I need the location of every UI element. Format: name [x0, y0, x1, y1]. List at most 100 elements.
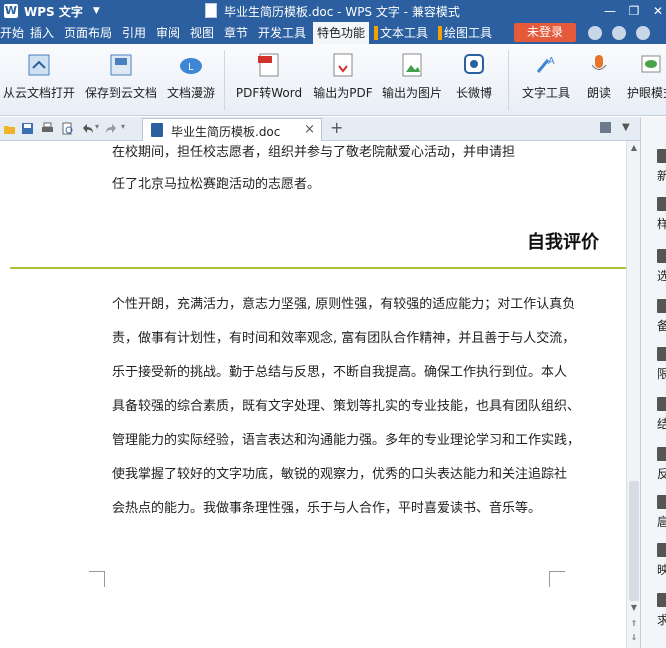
task-pane-label: 反 — [657, 467, 666, 481]
close-tab-icon[interactable]: × — [304, 122, 315, 137]
undo-icon[interactable] — [81, 122, 94, 135]
menu-drawing-tools[interactable]: 绘图工具 — [438, 22, 492, 44]
task-pane-label: 样 — [657, 217, 666, 231]
collapse-ribbon-icon[interactable] — [636, 26, 650, 40]
text-tools-label: 文字工具 — [521, 86, 570, 100]
task-pane-item[interactable]: 反 — [645, 447, 666, 491]
long-weibo-label: 长微博 — [455, 86, 492, 100]
open-from-cloud-button[interactable]: 从云文档打开 — [0, 44, 78, 116]
app-menu-button[interactable]: W WPS 文字 ▼ — [0, 0, 110, 22]
restore-icon[interactable]: ❐ — [622, 0, 646, 22]
menu-developer[interactable]: 开发工具 — [258, 22, 306, 44]
pdf-icon — [258, 53, 279, 77]
export-image-button[interactable]: 输出为图片 — [378, 44, 446, 116]
menu-references[interactable]: 引用 — [122, 22, 146, 44]
task-pane-label: 映 — [657, 563, 666, 577]
cloud-icon: L — [180, 58, 202, 74]
cloud-save-icon — [110, 54, 132, 76]
svg-text:L: L — [188, 62, 194, 73]
task-pane-label: 备 — [657, 319, 666, 333]
task-pane-item[interactable]: 选 — [645, 249, 666, 293]
image-icon — [402, 53, 422, 77]
open-from-cloud-label: 从云文档打开 — [2, 86, 75, 100]
redo-icon[interactable] — [105, 122, 118, 135]
new-icon — [657, 149, 666, 163]
eye-icon — [641, 55, 661, 73]
task-pane-label: 扈 — [657, 515, 666, 529]
task-pane-item[interactable]: 备 — [645, 299, 666, 343]
wps-logo-icon: W — [4, 4, 18, 18]
export-pdf-button[interactable]: 输出为PDF — [310, 44, 376, 116]
pdf-to-word-button[interactable]: PDF转Word — [232, 44, 306, 116]
body-text-line: 责，做事有计划性，有时间和效率观念, 富有团队合作精神，并且善于与人交流， — [112, 331, 576, 346]
menu-home[interactable]: 开始 — [0, 22, 24, 44]
body-text-line: 会热点的能力。我做事条理性强，乐于与人合作，平时喜爱读书、音乐等。 — [112, 501, 542, 516]
task-pane-label: 新 — [657, 169, 666, 183]
title-bar: W WPS 文字 ▼ 毕业生简历模板.doc - WPS 文字 - 兼容模式 —… — [0, 0, 666, 22]
tab-document-label: 毕业生简历模板.doc — [171, 125, 281, 139]
read-aloud-label: 朗读 — [586, 86, 611, 100]
microphone-icon — [591, 55, 607, 70]
login-button[interactable]: 未登录 — [514, 23, 576, 42]
minimize-icon[interactable]: — — [598, 0, 622, 22]
text-tools-icon: A — [536, 56, 555, 73]
skin-icon[interactable] — [588, 26, 602, 40]
save-to-cloud-button[interactable]: 保存到云文档 — [80, 44, 162, 116]
task-pane-item[interactable]: 求 — [645, 593, 666, 637]
long-weibo-button[interactable]: 长微博 — [448, 44, 500, 116]
body-text-line: 乐于接受新的挑战。勤于总结与反思，不断自我提高。确保工作执行到位。本人 — [112, 365, 568, 380]
task-pane-item[interactable]: 映 — [645, 543, 666, 587]
text-tools-button[interactable]: A 文字工具 — [514, 44, 578, 116]
scroll-thumb[interactable] — [629, 481, 639, 601]
redo-dropdown-icon[interactable]: ▾ — [121, 122, 134, 135]
body-text-line: 具备较强的综合素质，既有文字处理、策划等扎实的专业技能，也具有团队组织、 — [112, 399, 581, 414]
restrict-icon — [657, 347, 666, 361]
document-icon — [205, 3, 217, 18]
menu-text-tools[interactable]: 文本工具 — [374, 22, 428, 44]
menu-page-layout[interactable]: 页面布局 — [64, 22, 112, 44]
scroll-up-icon[interactable]: ▲ — [629, 143, 639, 153]
save-to-cloud-label: 保存到云文档 — [84, 86, 157, 100]
task-pane-item[interactable]: 结 — [645, 397, 666, 441]
task-pane-label: 结 — [657, 417, 666, 431]
page-margin-mark — [549, 571, 565, 587]
doc-roaming-button[interactable]: L 文档漫游 — [164, 44, 218, 116]
task-pane-item[interactable]: 样 — [645, 197, 666, 241]
scroll-down-icon[interactable]: ▼ — [629, 603, 639, 613]
tab-document[interactable]: 毕业生简历模板.doc × — [142, 118, 322, 141]
task-pane-label: 选 — [657, 269, 666, 283]
menu-insert[interactable]: 插入 — [30, 22, 54, 44]
body-text-line: 个性开朗，充满活力，意志力坚强, 原则性强，有较强的适应能力；对工作认真负 — [112, 297, 576, 312]
prev-page-icon[interactable]: ⇑ — [629, 619, 639, 629]
close-window-icon[interactable]: ✕ — [646, 0, 666, 22]
tab-list-icon[interactable] — [600, 122, 611, 133]
print-icon[interactable] — [41, 122, 54, 135]
eye-protect-button[interactable]: 护眼模式 — [618, 44, 666, 116]
vertical-scrollbar[interactable]: ▲ ▼ ⇑ ⇓ — [626, 141, 640, 648]
menu-view[interactable]: 视图 — [190, 22, 214, 44]
tab-menu-icon[interactable]: ▼ — [622, 122, 635, 135]
feedback-icon — [657, 447, 666, 461]
menu-special-features[interactable]: 特色功能 — [313, 22, 370, 44]
weibo-icon — [464, 54, 484, 74]
new-tab-button[interactable]: + — [330, 118, 343, 137]
request-icon — [657, 593, 666, 607]
pdf-to-word-label: PDF转Word — [235, 86, 303, 100]
print-preview-icon[interactable] — [61, 122, 74, 135]
next-page-icon[interactable]: ⇓ — [629, 633, 639, 643]
menu-chapter[interactable]: 章节 — [224, 22, 248, 44]
task-pane-item[interactable]: 扈 — [645, 495, 666, 539]
open-folder-icon[interactable] — [3, 122, 16, 135]
ribbon-separator — [224, 50, 225, 110]
task-pane-item[interactable]: 限 — [645, 347, 666, 391]
read-aloud-button[interactable]: 朗读 — [582, 44, 616, 116]
save-icon[interactable] — [21, 122, 34, 135]
page-margin-mark — [89, 571, 105, 587]
document-page[interactable]: 在校期间，担任校志愿者，组织并参与了敬老院献爱心活动，并申请担 任了北京马拉松赛… — [0, 141, 626, 648]
task-pane-item[interactable]: 新 — [645, 149, 666, 193]
help-icon[interactable] — [612, 26, 626, 40]
menu-review[interactable]: 审阅 — [156, 22, 180, 44]
window-title: 毕业生简历模板.doc - WPS 文字 - 兼容模式 — [224, 5, 460, 19]
chevron-down-icon: ▼ — [92, 6, 100, 16]
section-title: 自我评价 — [527, 232, 599, 253]
